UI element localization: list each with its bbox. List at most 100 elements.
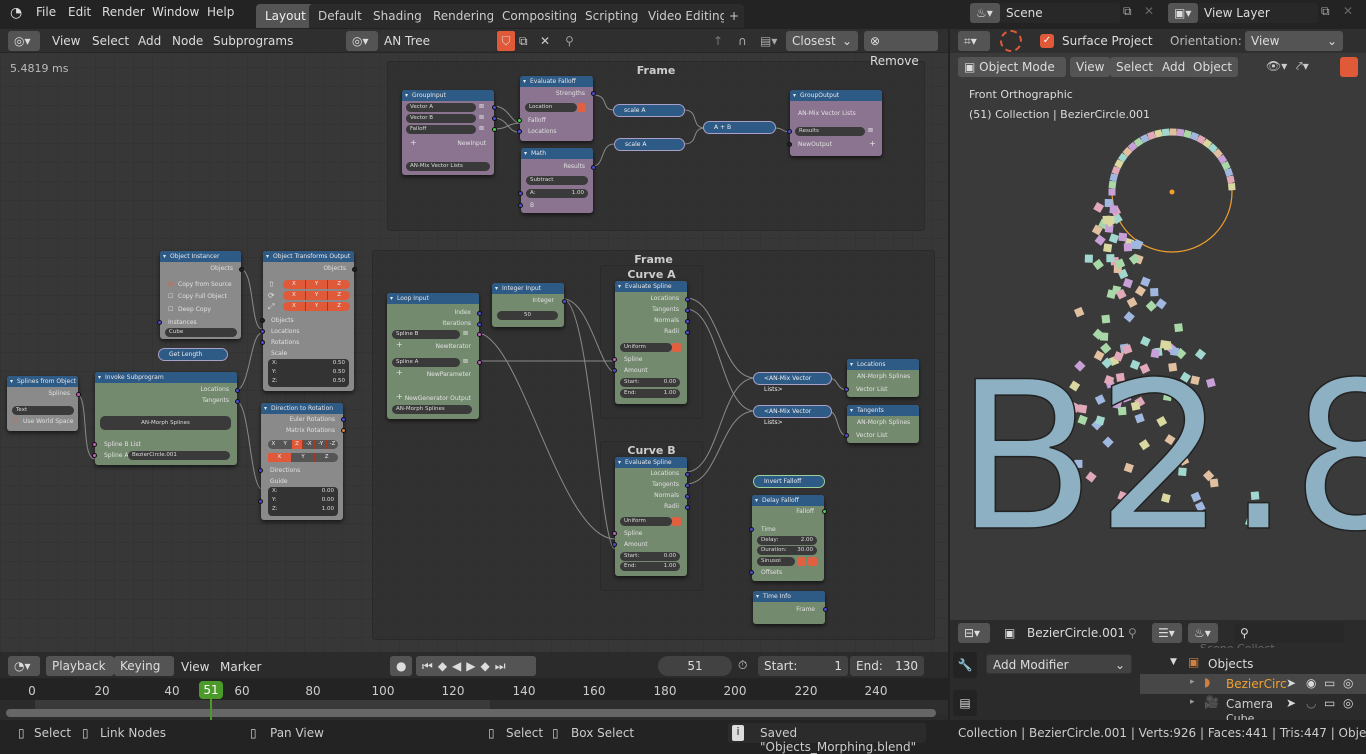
output-socket[interactable] xyxy=(492,116,497,121)
input-socket[interactable] xyxy=(612,542,617,547)
expand-arrow-icon[interactable]: ▼ xyxy=(1170,657,1177,667)
node-get-length[interactable]: Get Length xyxy=(158,348,228,361)
rotation-axes-toggle[interactable]: XYZ xyxy=(283,291,350,300)
menu-node[interactable]: Node xyxy=(172,34,203,48)
remove-param-icon[interactable]: ⊠ xyxy=(479,103,484,110)
operation-dropdown[interactable]: Subtract xyxy=(526,176,588,185)
output-socket[interactable] xyxy=(76,392,81,397)
node-a-plus-b[interactable]: A + B xyxy=(703,121,776,134)
object-field[interactable]: Text xyxy=(12,406,74,415)
input-socket[interactable] xyxy=(787,142,792,147)
node-editor[interactable]: 5.4819 ms Frame Frame Curve A Curve B ▾ … xyxy=(0,29,948,652)
node-math[interactable]: Math Results Subtract A: 1.00 B xyxy=(518,148,596,213)
output-socket[interactable] xyxy=(685,297,690,302)
output-socket[interactable] xyxy=(591,91,596,96)
timeline-type-dropdown[interactable]: ◔▾ xyxy=(8,656,40,676)
modifier-tab-wrench-icon[interactable]: 🔧 xyxy=(953,652,977,678)
output-socket[interactable] xyxy=(685,505,690,510)
node-invert-falloff[interactable]: Invert Falloff xyxy=(753,475,825,488)
node-direction-to-rotation[interactable]: Direction to Rotation Euler Rotations Ma… xyxy=(258,403,346,520)
outliner-item-objects[interactable]: ▼ ▣ Objects xyxy=(1140,654,1366,674)
node-object-transforms-output[interactable]: Object Transforms Output Objects ⇧ ⟳ ⤢ X… xyxy=(260,251,357,391)
output-socket[interactable] xyxy=(477,311,482,316)
menu-view[interactable]: View xyxy=(1070,57,1111,77)
input-socket[interactable] xyxy=(157,320,162,325)
remove-param-icon[interactable]: ⊠ xyxy=(463,330,468,337)
selectable-icon[interactable]: ➤ xyxy=(1286,696,1296,710)
output-socket[interactable] xyxy=(352,267,357,272)
guide-vector-field[interactable]: X: 0.00 Y: 0.00 Z: 1.00 xyxy=(268,487,338,516)
scale-vector-field[interactable]: X: 0.50 Y: 0.50 Z: 0.50 xyxy=(268,359,349,387)
object-field[interactable]: Cube xyxy=(165,328,237,337)
viewport-visibility-icon[interactable]: ▭ xyxy=(1324,676,1335,690)
playback-controls[interactable]: ⏮◆◀▶◆⏭ xyxy=(416,656,536,676)
blender-logo-icon[interactable]: ◔ xyxy=(10,5,22,21)
node-tree-name-field[interactable]: AN Tree xyxy=(378,31,496,51)
playback-menu[interactable]: Playback ⌄ xyxy=(46,656,114,693)
subprogram-selector[interactable]: AN-Morph Splines xyxy=(100,416,231,430)
view-layer-type-dropdown[interactable]: ▣▾ xyxy=(1168,3,1198,23)
input-socket[interactable] xyxy=(92,442,97,447)
output-socket[interactable] xyxy=(235,388,240,393)
timeline-scrollbar[interactable] xyxy=(6,709,936,717)
scene-type-dropdown[interactable]: ♨▾ xyxy=(970,3,1000,23)
mode-dropdown[interactable]: Uniform xyxy=(620,343,672,352)
menu-help[interactable]: Help xyxy=(207,5,234,19)
output-socket[interactable] xyxy=(492,105,497,110)
output-socket[interactable] xyxy=(562,299,567,304)
snap-element-icon[interactable]: ▤▾ xyxy=(760,34,777,48)
copy-view-layer-icon[interactable]: ⧉ xyxy=(1321,4,1330,19)
eye-closed-icon[interactable]: ◡ xyxy=(1306,696,1316,710)
expand-arrow-icon[interactable]: ▸ xyxy=(1190,677,1195,687)
output-socket[interactable] xyxy=(823,607,828,612)
tab-rendering[interactable]: Rendering xyxy=(424,4,504,28)
node-invoke-subprogram[interactable]: Invoke Subprogram Locations Tangents AN-… xyxy=(92,372,240,465)
mode-dropdown[interactable]: ▣ Object Mode xyxy=(958,57,1066,77)
viewport-visibility-icon[interactable]: ▭ xyxy=(1324,696,1335,710)
location-axes-toggle[interactable]: XYZ xyxy=(283,280,350,289)
node-delay-falloff[interactable]: Delay Falloff Falloff Time Delay:2.00 Du… xyxy=(749,495,827,581)
tab-video-editing[interactable]: Video Editing xyxy=(639,4,737,28)
outliner-item-camera[interactable]: ▸ 🎥 Camera ➤ ◡ ▭ ◎ xyxy=(1140,694,1366,714)
new-tree-icon[interactable]: ⧉ xyxy=(519,34,528,49)
node-loop-input[interactable]: Loop Input Index Iterations Spline B ⊠ +… xyxy=(387,293,482,419)
checkbox-checked[interactable]: ☑ xyxy=(13,418,18,425)
3d-viewport[interactable]: Front Orthographic (51) Collection | Bez… xyxy=(950,53,1366,620)
view-layer-field[interactable]: View Layer xyxy=(1198,3,1318,23)
unlink-tree-icon[interactable]: ✕ xyxy=(540,34,550,48)
remove-button[interactable]: ⊗ Remove xyxy=(864,31,938,68)
input-socket[interactable] xyxy=(518,203,523,208)
surface-project-checkbox[interactable]: ✓ xyxy=(1040,34,1054,48)
param-field[interactable]: Spline A xyxy=(392,358,460,367)
output-socket[interactable] xyxy=(239,267,244,272)
mode-dropdown[interactable]: Location xyxy=(525,103,577,112)
editor-type-dropdown[interactable]: ◎▾ xyxy=(8,31,40,51)
start-field[interactable]: Start: 0.00 xyxy=(620,378,680,387)
expand-arrow-icon[interactable]: ▸ xyxy=(1190,697,1195,707)
input-socket[interactable] xyxy=(260,340,265,345)
output-socket[interactable] xyxy=(685,494,690,499)
outliner-search[interactable]: ⚲ xyxy=(1234,623,1344,643)
node-scale-a[interactable]: scale A xyxy=(614,138,685,151)
properties-type-dropdown[interactable]: ⊟▾ xyxy=(958,623,990,643)
param-field[interactable]: Vector B xyxy=(406,114,476,123)
subprogram-field[interactable]: AN-Morph Splines xyxy=(392,405,472,414)
end-frame-field[interactable]: End: 130 xyxy=(850,656,924,676)
input-socket[interactable] xyxy=(844,387,849,392)
overlay-icon[interactable] xyxy=(1340,57,1358,77)
input-socket[interactable] xyxy=(258,468,263,473)
remove-param-icon[interactable]: ⊠ xyxy=(463,358,468,365)
orientation-dropdown[interactable]: View ⌄ xyxy=(1245,31,1343,51)
integer-field[interactable]: 50 xyxy=(497,311,558,320)
visibility-icon[interactable]: 👁▾ xyxy=(1266,59,1287,73)
tree-type-dropdown[interactable]: ◎▾ xyxy=(346,31,378,51)
input-socket[interactable] xyxy=(260,329,265,334)
node-evaluate-falloff[interactable]: Evaluate Falloff Strengths Location Fall… xyxy=(517,76,596,141)
selectable-icon[interactable]: ➤ xyxy=(1286,676,1296,690)
remove-param-icon[interactable]: ⊠ xyxy=(479,114,484,121)
menu-select[interactable]: Select xyxy=(1110,57,1160,77)
add-iterator-icon[interactable]: + xyxy=(396,340,403,349)
render-icon[interactable]: ◎ xyxy=(1343,696,1353,710)
fake-user-shield-icon[interactable]: ⛉ xyxy=(497,31,515,51)
node-group-input[interactable]: GroupInput Vector A Vector B Falloff ⊠ ⊠… xyxy=(402,90,497,175)
